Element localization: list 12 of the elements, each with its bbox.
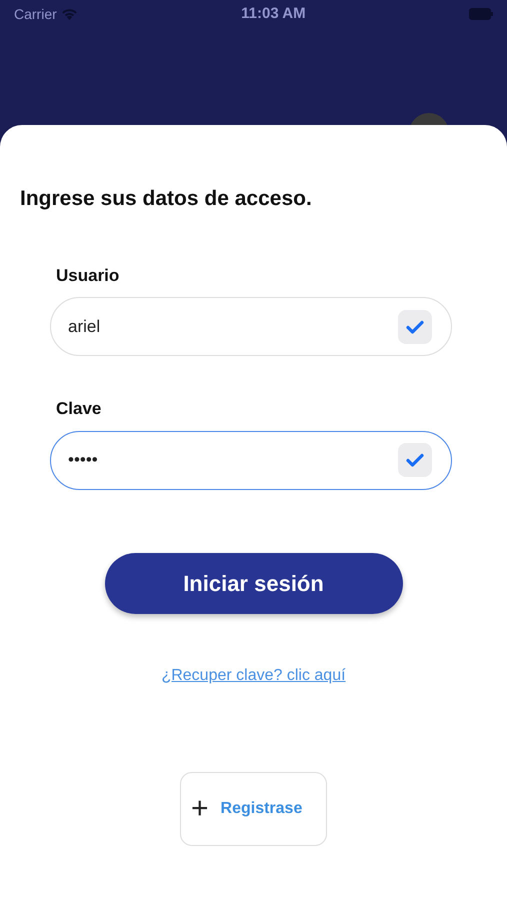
battery-icon [468, 8, 493, 20]
field-label: Clave [56, 398, 102, 420]
wifi-icon [60, 8, 78, 20]
login-button[interactable]: Iniciar sesión [104, 552, 402, 614]
carrier-label: Carrier [14, 4, 57, 24]
clock: 11:03 AM [241, 4, 306, 24]
input-field[interactable]: ••••• [50, 430, 452, 490]
plus-icon: + [191, 794, 209, 824]
register-button[interactable]: + Registrase [180, 772, 327, 846]
heading: Ingrese sus datos de acceso. [20, 186, 313, 212]
input-field[interactable]: ariel [50, 297, 452, 356]
field-label: Usuario [56, 264, 120, 286]
